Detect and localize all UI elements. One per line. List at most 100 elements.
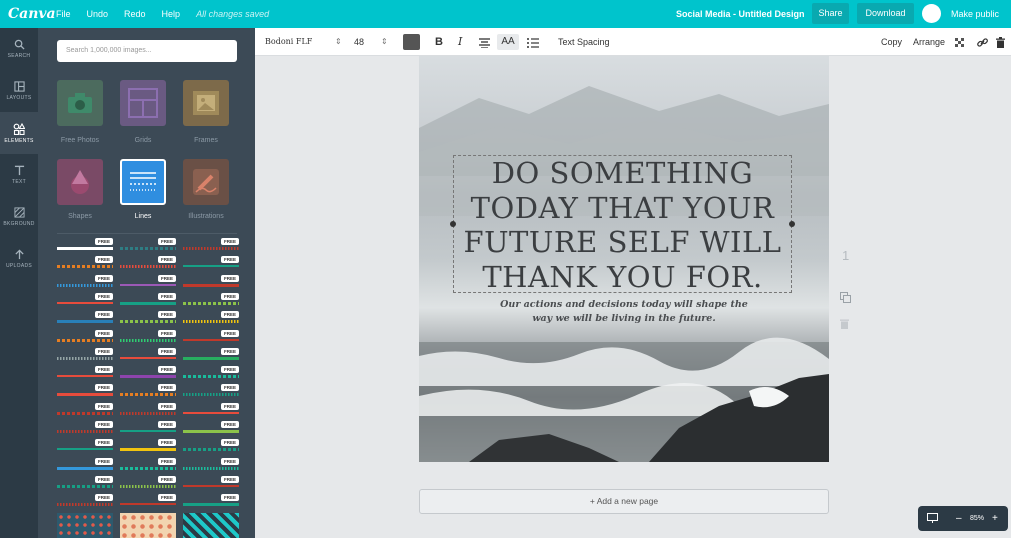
copy-button[interactable]: Copy: [881, 28, 902, 56]
line-element[interactable]: FREE: [57, 311, 113, 325]
rail-elements[interactable]: ELEMENTS: [0, 112, 38, 154]
line-element[interactable]: FREE: [183, 475, 239, 490]
tile-illustrations[interactable]: [183, 159, 229, 205]
line-element[interactable]: FREE: [120, 292, 176, 307]
canva-logo[interactable]: Canva: [8, 6, 56, 22]
line-element[interactable]: FREE: [120, 402, 176, 417]
duplicate-page-icon[interactable]: [840, 292, 851, 306]
line-element[interactable]: FREE: [57, 366, 113, 380]
line-element[interactable]: FREE: [183, 402, 239, 417]
bold-button[interactable]: B: [435, 28, 443, 56]
line-element[interactable]: FREE: [120, 457, 176, 472]
line-element[interactable]: FREE: [183, 457, 239, 472]
pattern-chevron[interactable]: [183, 513, 239, 538]
zoom-out-button[interactable]: –: [956, 506, 962, 531]
line-element[interactable]: FREE: [57, 384, 113, 398]
font-chevron-icon[interactable]: ⇕: [335, 28, 342, 56]
line-element[interactable]: FREE: [57, 475, 113, 490]
line-element[interactable]: FREE: [57, 329, 113, 344]
tile-shapes[interactable]: [57, 159, 103, 205]
quote-text[interactable]: DO SOMETHING TODAY THAT YOUR FUTURE SELF…: [454, 156, 791, 294]
search-input[interactable]: Search 1,000,000 images...: [57, 40, 237, 62]
pattern-confetti[interactable]: [57, 513, 113, 538]
tile-frames[interactable]: [183, 80, 229, 126]
font-size-select[interactable]: 48: [354, 28, 364, 56]
line-element[interactable]: FREE: [183, 329, 239, 344]
make-public-toggle[interactable]: [922, 4, 941, 23]
line-element[interactable]: FREE: [57, 238, 113, 252]
menu-redo[interactable]: Redo: [124, 9, 146, 19]
line-element[interactable]: FREE: [57, 494, 113, 508]
line-element[interactable]: FREE: [120, 256, 176, 270]
line-element[interactable]: FREE: [183, 366, 239, 380]
menu-file[interactable]: File: [56, 9, 71, 19]
free-badge: FREE: [220, 329, 239, 337]
line-element[interactable]: FREE: [120, 421, 176, 435]
line-element[interactable]: FREE: [57, 402, 113, 417]
subtitle-text[interactable]: Our actions and decisions today will sha…: [479, 298, 769, 326]
zoom-level[interactable]: 85%: [970, 506, 984, 531]
line-element[interactable]: FREE: [183, 494, 239, 508]
line-element[interactable]: FREE: [120, 347, 176, 362]
line-element[interactable]: FREE: [57, 292, 113, 307]
add-page-button[interactable]: + Add a new page: [419, 489, 829, 514]
line-element[interactable]: FREE: [57, 274, 113, 289]
pattern-dots[interactable]: [120, 513, 176, 538]
zoom-in-button[interactable]: +: [992, 506, 998, 531]
size-chevron-icon[interactable]: ⇕: [381, 28, 388, 56]
tile-grids[interactable]: [120, 80, 166, 126]
download-button[interactable]: Download: [857, 3, 914, 24]
transparency-icon[interactable]: [955, 28, 965, 56]
rail-background[interactable]: BKGROUND: [0, 196, 38, 238]
text-spacing-button[interactable]: Text Spacing: [558, 28, 610, 56]
line-element[interactable]: FREE: [183, 421, 239, 435]
line-element[interactable]: FREE: [57, 347, 113, 362]
line-element[interactable]: FREE: [120, 311, 176, 325]
delete-page-icon[interactable]: [840, 318, 849, 332]
line-element[interactable]: FREE: [120, 366, 176, 380]
line-element[interactable]: FREE: [183, 274, 239, 289]
presentation-icon[interactable]: [927, 506, 938, 531]
line-element[interactable]: FREE: [120, 475, 176, 490]
design-canvas[interactable]: DO SOMETHING TODAY THAT YOUR FUTURE SELF…: [419, 56, 829, 462]
tile-free-photos[interactable]: [57, 80, 103, 126]
line-element[interactable]: FREE: [183, 256, 239, 270]
rail-uploads[interactable]: UPLOADS: [0, 238, 38, 280]
line-element[interactable]: FREE: [57, 256, 113, 270]
rail-search[interactable]: SEARCH: [0, 28, 38, 70]
line-element[interactable]: FREE: [120, 238, 176, 252]
line-element[interactable]: FREE: [57, 439, 113, 453]
free-badge: FREE: [94, 347, 113, 355]
italic-button[interactable]: I: [458, 28, 462, 56]
font-family-select[interactable]: Bodoni FLF: [265, 28, 312, 56]
document-title[interactable]: Social Media - Untitled Design: [676, 0, 805, 28]
share-button[interactable]: Share: [812, 3, 849, 24]
line-element[interactable]: FREE: [183, 311, 239, 325]
line-element[interactable]: FREE: [120, 494, 176, 508]
line-element[interactable]: FREE: [57, 421, 113, 435]
elements-panel: Search 1,000,000 images... Free Photos G…: [38, 28, 255, 538]
line-element[interactable]: FREE: [57, 457, 113, 472]
make-public-label[interactable]: Make public: [951, 0, 999, 28]
line-element[interactable]: FREE: [183, 238, 239, 252]
menu-undo[interactable]: Undo: [87, 9, 109, 19]
list-icon[interactable]: [527, 28, 539, 56]
delete-icon[interactable]: [996, 28, 1005, 56]
line-element[interactable]: FREE: [120, 329, 176, 344]
text-color-swatch[interactable]: [403, 34, 420, 50]
line-element[interactable]: FREE: [120, 384, 176, 398]
line-element[interactable]: FREE: [120, 274, 176, 289]
line-element[interactable]: FREE: [183, 439, 239, 453]
line-element[interactable]: FREE: [183, 384, 239, 398]
uppercase-button[interactable]: AA: [497, 34, 519, 50]
line-element[interactable]: FREE: [183, 347, 239, 362]
line-element[interactable]: FREE: [183, 292, 239, 307]
arrange-button[interactable]: Arrange: [913, 28, 945, 56]
link-icon[interactable]: [977, 28, 988, 56]
rail-text[interactable]: TEXT: [0, 154, 38, 196]
rail-layouts[interactable]: LAYOUTS: [0, 70, 38, 112]
line-element[interactable]: FREE: [120, 439, 176, 453]
align-center-icon[interactable]: [479, 28, 490, 56]
menu-help[interactable]: Help: [162, 9, 181, 19]
tile-lines[interactable]: [120, 159, 166, 205]
